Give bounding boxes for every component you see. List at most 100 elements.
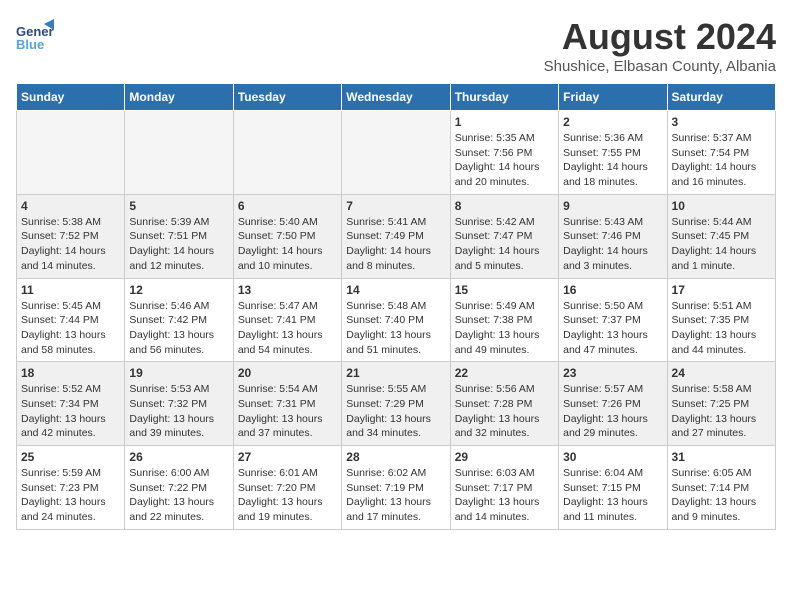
empty-cell	[125, 111, 233, 195]
day-number: 27	[238, 450, 337, 464]
week-row-3: 11 Sunrise: 5:45 AM Sunset: 7:44 PM Dayli…	[17, 278, 776, 362]
day-number: 7	[346, 199, 445, 213]
day-cell-8: 8Sunrise: 5:42 AM Sunset: 7:47 PM Daylig…	[450, 194, 558, 278]
day-number: 30	[563, 450, 662, 464]
day-number: 10	[672, 199, 771, 213]
weekday-header-monday: Monday	[125, 84, 233, 111]
empty-cell	[17, 111, 125, 195]
page-subtitle: Shushice, Elbasan County, Albania	[544, 58, 776, 75]
day-number: 31	[672, 450, 771, 464]
day-number: 28	[346, 450, 445, 464]
day-info: Sunrise: 6:03 AM Sunset: 7:17 PM Dayligh…	[455, 466, 554, 525]
day-info: Sunrise: 6:04 AM Sunset: 7:15 PM Dayligh…	[563, 466, 662, 525]
day-number: 16	[563, 283, 662, 297]
day-cell-14: 14Sunrise: 5:48 AM Sunset: 7:40 PM Dayli…	[342, 278, 450, 362]
day-number: 21	[346, 366, 445, 380]
day-cell-22: 22 Sunrise: 5:56 AM Sunset: 7:28 PM Dayli…	[450, 362, 558, 446]
day-info: Sunrise: 5:41 AM Sunset: 7:49 PM Dayligh…	[346, 215, 445, 274]
page-title: August 2024	[544, 16, 776, 58]
day-number: 29	[455, 450, 554, 464]
title-area: August 2024 Shushice, Elbasan County, Al…	[544, 16, 776, 75]
day-cell-13: 13 Sunrise: 5:47 AM Sunset: 7:41 PM Dayli…	[233, 278, 341, 362]
day-cell-1: 1Sunrise: 5:35 AM Sunset: 7:56 PM Daylig…	[450, 111, 558, 195]
day-number: 6	[238, 199, 337, 213]
day-number: 4	[21, 199, 120, 213]
day-number: 25	[21, 450, 120, 464]
empty-cell	[342, 111, 450, 195]
day-cell-10: 10Sunrise: 5:44 AM Sunset: 7:45 PM Dayli…	[667, 194, 775, 278]
day-cell-26: 26 Sunrise: 6:00 AM Sunset: 7:22 PM Dayli…	[125, 446, 233, 530]
day-info: Sunrise: 5:43 AM Sunset: 7:46 PM Dayligh…	[563, 215, 662, 274]
weekday-header-friday: Friday	[559, 84, 667, 111]
day-cell-18: 18 Sunrise: 5:52 AM Sunset: 7:34 PM Dayli…	[17, 362, 125, 446]
day-cell-9: 9 Sunrise: 5:43 AM Sunset: 7:46 PM Daylig…	[559, 194, 667, 278]
day-number: 18	[21, 366, 120, 380]
weekday-header-tuesday: Tuesday	[233, 84, 341, 111]
day-info: Sunrise: 5:47 AM Sunset: 7:41 PM Dayligh…	[238, 299, 337, 358]
day-cell-3: 3Sunrise: 5:37 AM Sunset: 7:54 PM Daylig…	[667, 111, 775, 195]
day-number: 23	[563, 366, 662, 380]
day-number: 9	[563, 199, 662, 213]
logo-icon: General Blue	[16, 16, 54, 54]
day-info: Sunrise: 5:58 AM Sunset: 7:25 PM Dayligh…	[672, 382, 771, 441]
day-cell-4: 4 Sunrise: 5:38 AM Sunset: 7:52 PM Daylig…	[17, 194, 125, 278]
day-info: Sunrise: 5:59 AM Sunset: 7:23 PM Dayligh…	[21, 466, 120, 525]
day-info: Sunrise: 6:01 AM Sunset: 7:20 PM Dayligh…	[238, 466, 337, 525]
day-info: Sunrise: 5:49 AM Sunset: 7:38 PM Dayligh…	[455, 299, 554, 358]
logo: General Blue	[16, 16, 54, 54]
day-info: Sunrise: 5:45 AM Sunset: 7:44 PM Dayligh…	[21, 299, 120, 358]
week-row-4: 18 Sunrise: 5:52 AM Sunset: 7:34 PM Dayli…	[17, 362, 776, 446]
day-info: Sunrise: 5:40 AM Sunset: 7:50 PM Dayligh…	[238, 215, 337, 274]
day-info: Sunrise: 5:50 AM Sunset: 7:37 PM Dayligh…	[563, 299, 662, 358]
empty-cell	[233, 111, 341, 195]
day-info: Sunrise: 5:42 AM Sunset: 7:47 PM Dayligh…	[455, 215, 554, 274]
weekday-header-saturday: Saturday	[667, 84, 775, 111]
day-info: Sunrise: 6:02 AM Sunset: 7:19 PM Dayligh…	[346, 466, 445, 525]
day-info: Sunrise: 5:51 AM Sunset: 7:35 PM Dayligh…	[672, 299, 771, 358]
day-cell-21: 21Sunrise: 5:55 AM Sunset: 7:29 PM Dayli…	[342, 362, 450, 446]
day-cell-16: 16 Sunrise: 5:50 AM Sunset: 7:37 PM Dayli…	[559, 278, 667, 362]
week-row-1: 1Sunrise: 5:35 AM Sunset: 7:56 PM Daylig…	[17, 111, 776, 195]
day-number: 19	[129, 366, 228, 380]
day-cell-25: 25 Sunrise: 5:59 AM Sunset: 7:23 PM Dayli…	[17, 446, 125, 530]
day-info: Sunrise: 5:38 AM Sunset: 7:52 PM Dayligh…	[21, 215, 120, 274]
week-row-5: 25 Sunrise: 5:59 AM Sunset: 7:23 PM Dayli…	[17, 446, 776, 530]
day-number: 15	[455, 283, 554, 297]
day-cell-29: 29 Sunrise: 6:03 AM Sunset: 7:17 PM Dayli…	[450, 446, 558, 530]
calendar: SundayMondayTuesdayWednesdayThursdayFrid…	[16, 83, 776, 530]
day-number: 17	[672, 283, 771, 297]
day-info: Sunrise: 5:56 AM Sunset: 7:28 PM Dayligh…	[455, 382, 554, 441]
day-cell-5: 5 Sunrise: 5:39 AM Sunset: 7:51 PM Daylig…	[125, 194, 233, 278]
day-info: Sunrise: 5:53 AM Sunset: 7:32 PM Dayligh…	[129, 382, 228, 441]
day-info: Sunrise: 5:48 AM Sunset: 7:40 PM Dayligh…	[346, 299, 445, 358]
day-info: Sunrise: 5:39 AM Sunset: 7:51 PM Dayligh…	[129, 215, 228, 274]
header: General Blue August 2024 Shushice, Elbas…	[16, 16, 776, 75]
day-info: Sunrise: 5:36 AM Sunset: 7:55 PM Dayligh…	[563, 131, 662, 190]
day-cell-28: 28 Sunrise: 6:02 AM Sunset: 7:19 PM Dayli…	[342, 446, 450, 530]
day-cell-17: 17 Sunrise: 5:51 AM Sunset: 7:35 PM Dayli…	[667, 278, 775, 362]
weekday-header-sunday: Sunday	[17, 84, 125, 111]
day-cell-31: 31 Sunrise: 6:05 AM Sunset: 7:14 PM Dayli…	[667, 446, 775, 530]
day-number: 5	[129, 199, 228, 213]
day-number: 22	[455, 366, 554, 380]
day-number: 13	[238, 283, 337, 297]
day-info: Sunrise: 6:05 AM Sunset: 7:14 PM Dayligh…	[672, 466, 771, 525]
day-info: Sunrise: 6:00 AM Sunset: 7:22 PM Dayligh…	[129, 466, 228, 525]
week-row-2: 4 Sunrise: 5:38 AM Sunset: 7:52 PM Daylig…	[17, 194, 776, 278]
day-cell-2: 2Sunrise: 5:36 AM Sunset: 7:55 PM Daylig…	[559, 111, 667, 195]
weekday-header-wednesday: Wednesday	[342, 84, 450, 111]
day-number: 12	[129, 283, 228, 297]
day-info: Sunrise: 5:57 AM Sunset: 7:26 PM Dayligh…	[563, 382, 662, 441]
day-info: Sunrise: 5:54 AM Sunset: 7:31 PM Dayligh…	[238, 382, 337, 441]
day-info: Sunrise: 5:46 AM Sunset: 7:42 PM Dayligh…	[129, 299, 228, 358]
day-number: 26	[129, 450, 228, 464]
day-cell-12: 12 Sunrise: 5:46 AM Sunset: 7:42 PM Dayli…	[125, 278, 233, 362]
weekday-header-row: SundayMondayTuesdayWednesdayThursdayFrid…	[17, 84, 776, 111]
day-cell-27: 27 Sunrise: 6:01 AM Sunset: 7:20 PM Dayli…	[233, 446, 341, 530]
day-number: 11	[21, 283, 120, 297]
day-number: 20	[238, 366, 337, 380]
day-cell-19: 19 Sunrise: 5:53 AM Sunset: 7:32 PM Dayli…	[125, 362, 233, 446]
day-cell-20: 20 Sunrise: 5:54 AM Sunset: 7:31 PM Dayli…	[233, 362, 341, 446]
svg-text:Blue: Blue	[16, 37, 44, 52]
day-info: Sunrise: 5:52 AM Sunset: 7:34 PM Dayligh…	[21, 382, 120, 441]
